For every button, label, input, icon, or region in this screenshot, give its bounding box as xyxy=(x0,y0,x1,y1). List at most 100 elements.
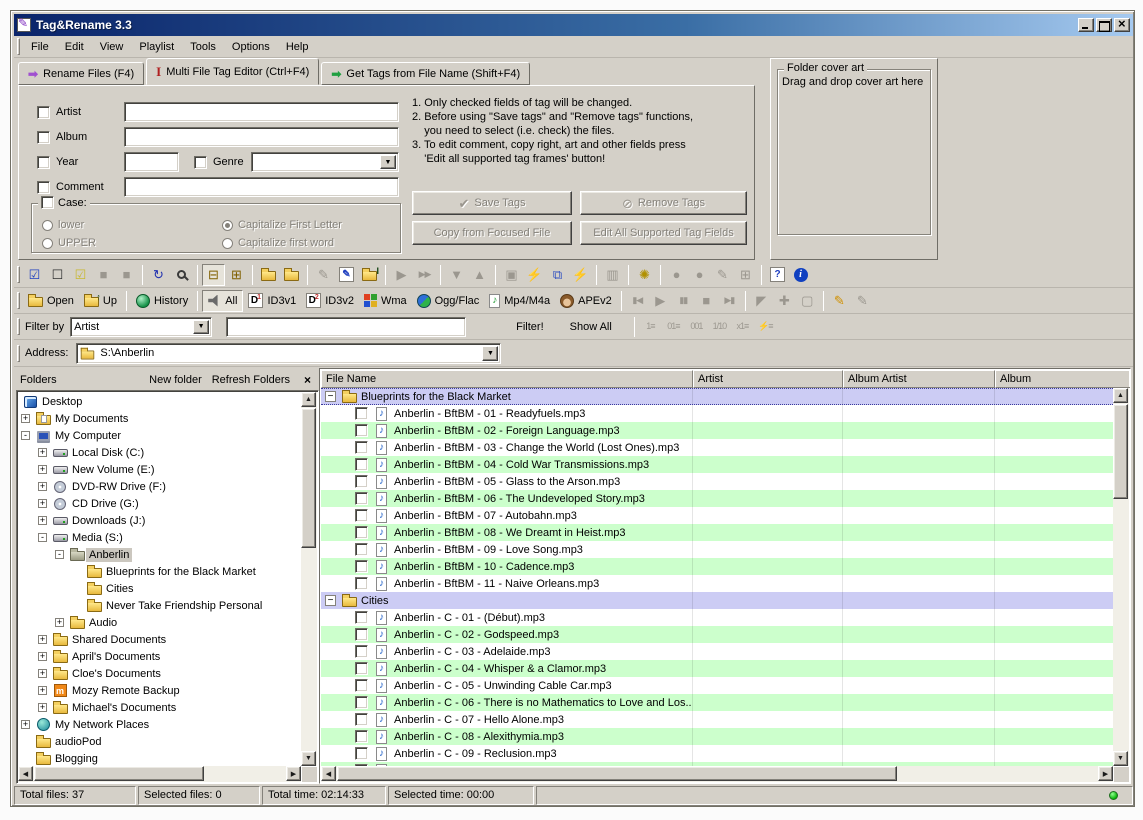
minimize-button[interactable] xyxy=(1078,18,1094,32)
up-button[interactable]: ↑Up xyxy=(79,290,122,312)
tree-expander-plus-icon[interactable]: + xyxy=(21,720,30,729)
file-checkbox[interactable] xyxy=(355,441,368,454)
file-row[interactable]: ♪Anberlin - C - 03 - Adelaide.mp3 xyxy=(321,643,1113,660)
tree-item-desktop[interactable]: Desktop xyxy=(19,393,301,410)
file-checkbox[interactable] xyxy=(355,407,368,420)
group-row-cities[interactable]: −Cities xyxy=(321,592,1113,609)
genre-checkbox[interactable] xyxy=(194,156,207,169)
tree-expander-plus-icon[interactable]: + xyxy=(21,414,30,423)
file-checkbox[interactable] xyxy=(355,424,368,437)
brush-yellow-icon[interactable]: ✎ xyxy=(828,290,851,312)
file-row[interactable]: ♪Anberlin - BftBM - 05 - Glass to the Ar… xyxy=(321,473,1113,490)
list-scroll-right-icon[interactable]: ▶ xyxy=(1098,766,1113,781)
file-checkbox[interactable] xyxy=(355,696,368,709)
file-row[interactable]: ♪Anberlin - C - 08 - Alexithymia.mp3 xyxy=(321,728,1113,745)
tree-hscrollbar[interactable]: ◀ ▶ xyxy=(18,766,301,782)
tree-item-shared-documents[interactable]: +Shared Documents xyxy=(19,631,301,648)
edit-tag-icon[interactable]: ✎ xyxy=(335,264,358,286)
address-dropdown-arrow-icon[interactable]: ▼ xyxy=(482,346,498,361)
file-row[interactable]: ♪Anberlin - C - 02 - Godspeed.mp3 xyxy=(321,626,1113,643)
tree-expander-plus-icon[interactable]: + xyxy=(38,448,47,457)
menu-view[interactable]: View xyxy=(92,38,132,56)
tab-get-tags-from-file-name-shift-f4[interactable]: ➡Get Tags from File Name (Shift+F4) xyxy=(321,62,530,85)
file-checkbox[interactable] xyxy=(355,458,368,471)
tree-expander-plus-icon[interactable]: + xyxy=(38,703,47,712)
file-row[interactable]: ♪Anberlin - C - 06 - There is no Mathema… xyxy=(321,694,1113,711)
list-scroll-down-icon[interactable]: ▼ xyxy=(1113,751,1128,766)
tree-item-anberlin[interactable]: -Anberlin xyxy=(19,546,301,563)
menu-tools[interactable]: Tools xyxy=(182,38,224,56)
tree-scroll-right-icon[interactable]: ▶ xyxy=(286,766,301,781)
help-icon[interactable]: ? xyxy=(766,264,789,286)
filter-button[interactable]: Filter! xyxy=(510,321,550,333)
unselect-all-icon[interactable]: ☐ xyxy=(46,264,69,286)
tree-scroll-left-icon[interactable]: ◀ xyxy=(18,766,33,781)
menu-file[interactable]: File xyxy=(23,38,57,56)
tree-item-audiopod[interactable]: audioPod xyxy=(19,733,301,750)
tree-expander-plus-icon[interactable]: + xyxy=(38,669,47,678)
file-checkbox[interactable] xyxy=(355,747,368,760)
tree-item-audio[interactable]: +Audio xyxy=(19,614,301,631)
file-row[interactable]: ♪Anberlin - BftBM - 01 - Readyfuels.mp3 xyxy=(321,405,1113,422)
tab-multi-file-tag-editor-ctrl-f4[interactable]: IMulti File Tag Editor (Ctrl+F4) xyxy=(146,58,319,85)
file-checkbox[interactable] xyxy=(355,509,368,522)
file-checkbox[interactable] xyxy=(355,679,368,692)
year-checkbox[interactable] xyxy=(37,156,50,169)
year-input[interactable] xyxy=(124,152,179,172)
tree-item-cities[interactable]: Cities xyxy=(19,580,301,597)
filter-dropdown-arrow-icon[interactable]: ▼ xyxy=(193,320,209,334)
closed-folder-icon[interactable] xyxy=(280,264,303,286)
info-icon[interactable]: i xyxy=(789,264,812,286)
tree-expander-plus-icon[interactable]: + xyxy=(38,686,47,695)
tree-item-local-disk-c[interactable]: +Local Disk (C:) xyxy=(19,444,301,461)
tree-item-michael-s-documents[interactable]: +Michael's Documents xyxy=(19,699,301,716)
filter-mp4-button[interactable]: ♪Mp4/M4a xyxy=(484,290,555,312)
tree-item-my-computer[interactable]: -My Computer xyxy=(19,427,301,444)
group-row-blueprints-for-the-black-market[interactable]: −Blueprints for the Black Market xyxy=(321,388,1113,405)
tree-expander-plus-icon[interactable]: + xyxy=(38,635,47,644)
artist-checkbox[interactable] xyxy=(37,106,50,119)
column-header-file-name[interactable]: File Name xyxy=(321,370,693,388)
file-row[interactable]: ♪Anberlin - C - 01 - (Début).mp3 xyxy=(321,609,1113,626)
tree-item-my-documents[interactable]: +My Documents xyxy=(19,410,301,427)
tree-item-new-volume-e[interactable]: +New Volume (E:) xyxy=(19,461,301,478)
refresh-icon[interactable]: ↻ xyxy=(147,264,170,286)
file-checkbox[interactable] xyxy=(355,526,368,539)
file-row[interactable]: ♪Anberlin - BftBM - 11 - Naive Orleans.m… xyxy=(321,575,1113,592)
genre-dropdown-arrow-icon[interactable]: ▼ xyxy=(380,155,396,169)
filter-id3v1-button[interactable]: D1ID3v1 xyxy=(243,290,301,312)
column-header-album[interactable]: Album xyxy=(995,370,1131,388)
list-scroll-left-icon[interactable]: ◀ xyxy=(321,766,336,781)
tree-item-media-s[interactable]: -Media (S:) xyxy=(19,529,301,546)
select-all-icon[interactable]: ☑ xyxy=(23,264,46,286)
tab-rename-files-f4[interactable]: ➡Rename Files (F4) xyxy=(18,62,144,85)
folder-info-icon[interactable]: I xyxy=(358,264,381,286)
file-checkbox[interactable] xyxy=(355,713,368,726)
new-folder-button[interactable]: New folder xyxy=(149,374,202,386)
tree-item-blueprints-for-the-black-market[interactable]: Blueprints for the Black Market xyxy=(19,563,301,580)
case-checkbox[interactable] xyxy=(41,196,54,209)
cover-art-groupbox[interactable]: Folder cover art Drag and drop cover art… xyxy=(777,69,931,235)
file-row[interactable]: ♪Anberlin - C - 05 - Unwinding Cable Car… xyxy=(321,677,1113,694)
file-checkbox[interactable] xyxy=(355,560,368,573)
list-hscrollbar[interactable]: ◀ ▶ xyxy=(321,766,1113,782)
album-checkbox[interactable] xyxy=(37,131,50,144)
list-scroll-up-icon[interactable]: ▲ xyxy=(1113,388,1128,403)
file-row[interactable]: ♪Anberlin - BftBM - 06 - The Undeveloped… xyxy=(321,490,1113,507)
close-button[interactable] xyxy=(1114,18,1130,32)
copy-tags-icon[interactable]: ⧉ xyxy=(546,264,569,286)
maximize-button[interactable] xyxy=(1096,18,1112,32)
tree-item-downloads-j[interactable]: +Downloads (J:) xyxy=(19,512,301,529)
tree-scroll-down-icon[interactable]: ▼ xyxy=(301,751,316,766)
tree-item-never-take-friendship-personal[interactable]: Never Take Friendship Personal xyxy=(19,597,301,614)
tree-expander-plus-icon[interactable]: + xyxy=(38,652,47,661)
tree-scroll-up-icon[interactable]: ▲ xyxy=(301,392,316,407)
filter-field-dropdown[interactable]: Artist ▼ xyxy=(70,317,212,337)
file-checkbox[interactable] xyxy=(355,645,368,658)
menu-playlist[interactable]: Playlist xyxy=(131,38,182,56)
tree-expander-minus-icon[interactable]: - xyxy=(21,431,30,440)
file-checkbox[interactable] xyxy=(355,611,368,624)
file-checkbox[interactable] xyxy=(355,577,368,590)
tree-expander-plus-icon[interactable]: + xyxy=(38,499,47,508)
filter-input[interactable] xyxy=(226,317,466,337)
